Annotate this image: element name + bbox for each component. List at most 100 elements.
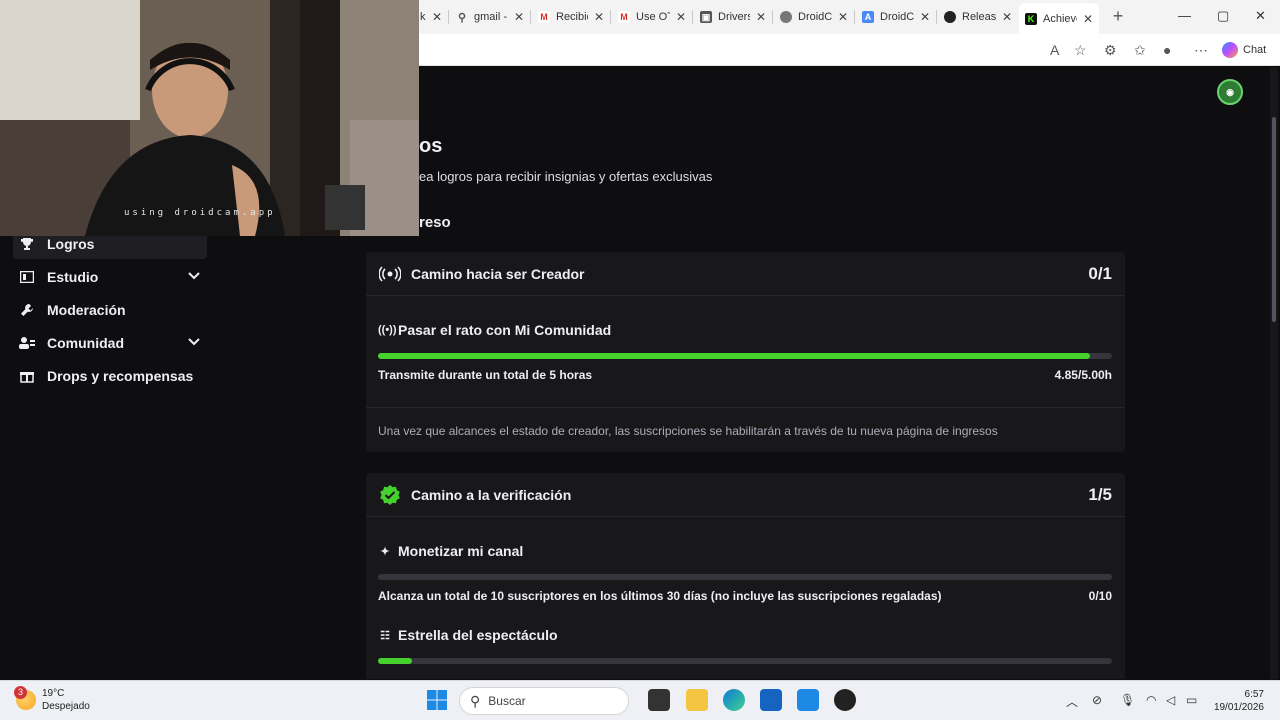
gmail-icon: M	[538, 11, 550, 23]
sparkle-icon: ✦	[380, 545, 390, 558]
close-tab-icon[interactable]: ✕	[432, 10, 442, 24]
url-field[interactable]	[420, 38, 1100, 62]
sidebar-item-comunidad[interactable]: Comunidad	[13, 328, 207, 358]
system-clock[interactable]: 6:57 19/01/2026	[1206, 688, 1264, 714]
divider	[366, 407, 1125, 408]
favorites-icon[interactable]: ✩	[1134, 42, 1146, 59]
more-options-icon[interactable]: ⋯	[1194, 42, 1208, 59]
minimize-icon[interactable]: —	[1178, 8, 1191, 23]
favorite-star-icon[interactable]: ☆	[1074, 42, 1087, 59]
copilot-chat-button[interactable]: Chat	[1222, 42, 1266, 58]
notification-badge: 3	[14, 686, 27, 699]
card-progress-count: 0/1	[1088, 264, 1112, 283]
extensions-icon[interactable]: ⚙	[1104, 42, 1117, 59]
search-icon: ⚲	[457, 11, 467, 24]
browser-tab[interactable]: ▣ Drivers ✕	[694, 4, 772, 30]
progress-fill	[378, 353, 1090, 359]
network-off-icon[interactable]: ⊘	[1092, 693, 1102, 707]
card-header: Camino hacia ser Creador 0/1	[366, 252, 1125, 296]
droidcam-icon: A	[862, 11, 874, 23]
achievement-progress-value: 0/10	[1088, 589, 1112, 603]
browser-tab[interactable]: ⚲ gmail - ✕	[450, 4, 530, 30]
volume-icon[interactable]: ◁	[1166, 693, 1175, 707]
weather-widget[interactable]: 3 19°C Despejado	[14, 686, 90, 713]
close-tab-icon[interactable]: ✕	[1002, 10, 1012, 24]
wrench-icon	[19, 302, 35, 318]
community-icon	[19, 335, 35, 351]
sidebar-item-estudio[interactable]: Estudio	[13, 262, 207, 292]
creator-path-card: Camino hacia ser Creador 0/1 ((•)) Pasar…	[366, 252, 1125, 452]
verified-badge-icon	[379, 484, 401, 506]
weather-sun-icon: 3	[14, 686, 36, 710]
task-view-icon[interactable]	[648, 689, 670, 711]
card-progress-count: 1/5	[1088, 485, 1112, 504]
edge-browser-icon[interactable]	[723, 689, 745, 711]
community-icon: ☷	[380, 629, 390, 642]
tray-chevron-icon[interactable]: ︿	[1066, 693, 1078, 710]
page-subtitle: ea logros para recibir insignias y ofert…	[419, 169, 713, 184]
close-tab-icon[interactable]: ✕	[838, 10, 848, 24]
close-tab-icon[interactable]: ✕	[920, 10, 930, 24]
new-tab-icon[interactable]: +	[1108, 6, 1128, 26]
weather-description: Despejado	[42, 701, 90, 712]
gift-icon	[19, 368, 35, 384]
maximize-icon[interactable]: ▢	[1217, 8, 1229, 24]
progress-bar	[378, 658, 1112, 664]
browser-tab[interactable]: Release ✕	[938, 4, 1018, 30]
sidebar-item-drops[interactable]: Drops y recompensas	[13, 361, 207, 391]
wifi-icon[interactable]: ◠	[1146, 693, 1156, 707]
chevron-down-icon[interactable]	[187, 269, 201, 286]
microphone-icon[interactable]: 🎙	[1120, 693, 1135, 707]
card-title: Camino a la verificación	[411, 487, 572, 503]
card-header: Camino a la verificación 1/5	[366, 473, 1125, 517]
progress-bar	[378, 574, 1112, 580]
achievement-progress-value: 4.85/5.00h	[1054, 368, 1112, 382]
close-window-icon[interactable]: ✕	[1255, 8, 1266, 24]
chevron-down-icon[interactable]	[187, 335, 201, 352]
close-tab-icon[interactable]: ✕	[594, 10, 604, 24]
card-title: Camino hacia ser Creador	[411, 266, 585, 282]
github-icon	[944, 11, 956, 23]
windows-taskbar: 3 19°C Despejado ⚲ Buscar ︿ ⊘ 🎙 ◠ ◁ ▭ 6:…	[0, 680, 1280, 720]
taskbar-search[interactable]: ⚲ Buscar	[459, 687, 629, 715]
droidcam-icon	[780, 11, 792, 23]
battery-icon[interactable]: ▭	[1186, 693, 1197, 707]
close-tab-icon[interactable]: ✕	[676, 10, 686, 24]
browser-tab[interactable]: M Recibid ✕	[532, 4, 610, 30]
achievement-title: ☷ Estrella del espectáculo	[378, 627, 557, 643]
store-icon[interactable]	[760, 689, 782, 711]
browser-tab[interactable]: k ✕	[414, 4, 448, 30]
profile-icon[interactable]: ●	[1163, 42, 1171, 58]
app-icon[interactable]	[797, 689, 819, 711]
broadcast-icon	[379, 263, 401, 285]
scrollbar-thumb[interactable]	[1272, 117, 1276, 322]
drivers-icon: ▣	[700, 11, 712, 23]
card-note: Una vez que alcances el estado de creado…	[378, 424, 998, 438]
browser-tab[interactable]: A DroidCa ✕	[856, 4, 936, 30]
achievement-requirement: Transmite durante un total de 5 horas	[378, 368, 593, 382]
weather-temperature: 19°C	[42, 688, 65, 699]
sidebar-item-moderacion[interactable]: Moderación	[13, 295, 207, 325]
close-tab-icon[interactable]: ✕	[756, 10, 766, 24]
close-tab-icon[interactable]: ✕	[514, 10, 524, 24]
webcam-watermark: using droidcam.app	[124, 208, 276, 218]
close-tab-icon[interactable]: ✕	[1083, 12, 1093, 26]
section-title: reso	[419, 214, 451, 231]
search-icon: ⚲	[470, 692, 481, 709]
windows-start-icon[interactable]	[426, 689, 448, 711]
copilot-icon	[1222, 42, 1238, 58]
user-avatar[interactable]: ◉	[1217, 79, 1243, 105]
browser-tab-active[interactable]: K Achieve ✕	[1019, 3, 1099, 34]
browser-tab[interactable]: DroidCa ✕	[774, 4, 854, 30]
webcam-image	[0, 0, 419, 236]
file-explorer-icon[interactable]	[686, 689, 708, 711]
achievement-title: ((•)) Pasar el rato con Mi Comunidad	[378, 322, 612, 338]
studio-icon	[19, 269, 35, 285]
broadcast-icon: ((•))	[378, 324, 397, 336]
obs-icon[interactable]	[834, 689, 856, 711]
browser-tab[interactable]: M Use OTI ✕	[612, 4, 692, 30]
achievement-requirement: Alcanza un total de 10 suscriptores en l…	[378, 589, 942, 603]
read-aloud-icon[interactable]: A	[1050, 42, 1059, 58]
kick-icon: K	[1025, 12, 1037, 25]
webcam-overlay: using droidcam.app	[0, 0, 419, 236]
